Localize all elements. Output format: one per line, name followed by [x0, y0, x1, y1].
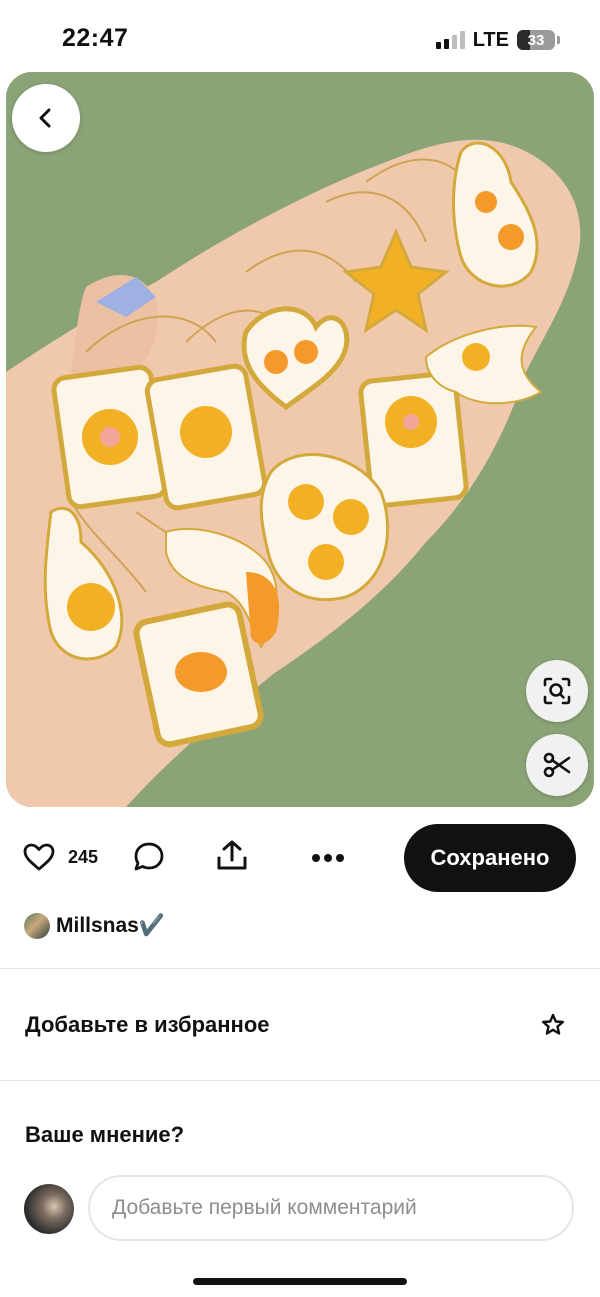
share-button[interactable]: [214, 838, 250, 874]
comments-title: Ваше мнение?: [25, 1122, 185, 1147]
favorite-star-button[interactable]: [540, 1012, 566, 1043]
status-indicators: LTE 33: [435, 28, 560, 52]
star-icon: [542, 1013, 564, 1035]
visual-search-button[interactable]: [526, 660, 588, 722]
share-icon: [217, 840, 247, 870]
cutout-button[interactable]: [526, 734, 588, 796]
add-to-favorites-row[interactable]: Добавьте в избранное: [0, 970, 600, 1080]
network-type: LTE: [472, 28, 509, 51]
divider: [0, 968, 600, 969]
add-to-favorites-label: Добавьте в избранное: [25, 1012, 270, 1037]
comment-button[interactable]: [132, 840, 166, 874]
status-bar: 22:47 LTE 33: [0, 0, 600, 72]
more-dots-icon: [312, 854, 344, 862]
divider: [0, 1080, 600, 1081]
author-avatar[interactable]: [24, 913, 50, 939]
pin-action-bar: 245 Сохранено: [0, 822, 600, 894]
saved-button[interactable]: Сохранено: [404, 824, 576, 892]
signal-icon: [435, 31, 465, 49]
more-options-button[interactable]: [310, 852, 346, 864]
pin-image[interactable]: [6, 72, 594, 807]
status-time: 22:47: [62, 24, 129, 52]
battery-level: 33: [527, 31, 545, 49]
home-indicator[interactable]: [193, 1278, 407, 1285]
scissors-icon: [543, 752, 571, 778]
user-avatar: [24, 1184, 74, 1234]
comment-input[interactable]: [88, 1175, 574, 1241]
pendants-on-hand-photo: [6, 72, 594, 807]
author-name[interactable]: Millsnas✔️: [56, 914, 165, 938]
back-arrow-icon: [39, 108, 51, 128]
like-count: 245: [68, 846, 99, 867]
like-button[interactable]: 245: [22, 842, 98, 872]
heart-icon: [23, 843, 55, 871]
battery-cap: [557, 36, 560, 44]
author-row[interactable]: Millsnas✔️: [24, 912, 165, 940]
comment-bubble-icon: [134, 842, 164, 871]
back-button[interactable]: [12, 84, 80, 152]
visual-search-icon: [543, 677, 571, 705]
battery-icon: 33: [517, 30, 555, 50]
